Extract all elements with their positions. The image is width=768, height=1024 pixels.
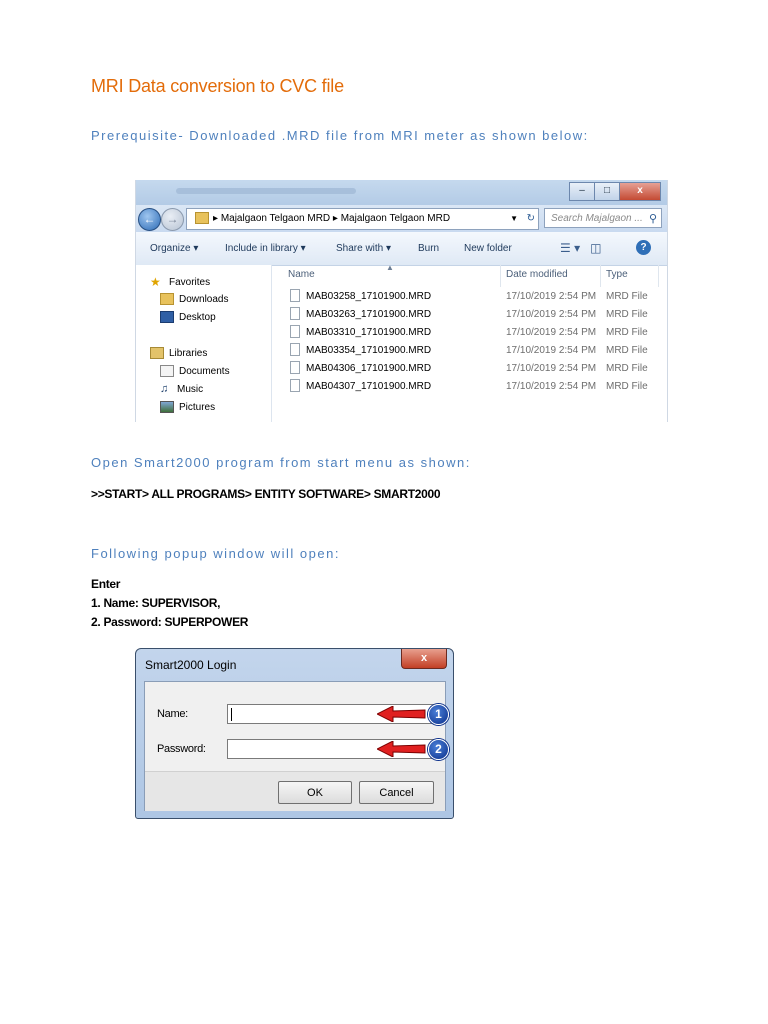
dialog-title: Smart2000 Login	[145, 658, 237, 672]
close-button[interactable]: x	[619, 182, 661, 201]
column-header-name[interactable]: Name	[288, 269, 315, 280]
file-icon	[290, 343, 300, 356]
ok-button[interactable]: OK	[278, 781, 352, 804]
nav-libraries[interactable]: Libraries	[150, 347, 207, 359]
start-menu-path: >>START> ALL PROGRAMS> ENTITY SOFTWARE> …	[91, 487, 441, 501]
dialog-body: Name: Password: 1 2 OK Cancel	[144, 681, 449, 811]
include-in-library-menu[interactable]: Include in library ▾	[225, 243, 306, 254]
nav-desktop[interactable]: Desktop	[160, 311, 216, 323]
documents-icon	[160, 365, 174, 377]
table-row[interactable]: MAB03263_17101900.MRD 17/10/2019 2:54 PM M…	[272, 305, 667, 323]
file-date: 17/10/2019 2:54 PM	[506, 291, 597, 302]
breadcrumb-item[interactable]: Majalgaon Telgaon MRD	[341, 213, 450, 224]
dialog-footer: OK Cancel	[145, 771, 445, 811]
file-date: 17/10/2019 2:54 PM	[506, 381, 597, 392]
file-name: MAB03310_17101900.MRD	[306, 327, 432, 338]
file-icon	[290, 307, 300, 320]
callout-badge-2: 2	[428, 739, 449, 760]
file-type: MRD File	[606, 309, 648, 320]
table-row[interactable]: MAB03258_17101900.MRD 17/10/2019 2:54 PM M…	[272, 287, 667, 305]
file-date: 17/10/2019 2:54 PM	[506, 345, 597, 356]
file-date: 17/10/2019 2:54 PM	[506, 363, 597, 374]
callout-badge-1: 1	[428, 704, 449, 725]
nav-favorites[interactable]: ★ Favorites	[150, 275, 210, 289]
address-bar: ← → ▸ Majalgaon Telgaon MRD ▸ Majalgaon …	[136, 205, 667, 232]
step-name: 1. Name: SUPERVISOR,	[91, 596, 221, 610]
sort-up-icon: ▲	[386, 263, 394, 272]
downloads-folder-icon	[160, 293, 174, 305]
nav-downloads[interactable]: Downloads	[160, 293, 228, 305]
folder-icon	[195, 212, 209, 225]
enter-label: Enter	[91, 577, 121, 591]
libraries-icon	[150, 347, 164, 359]
file-icon	[290, 379, 300, 392]
back-arrow-icon[interactable]: ←	[138, 208, 161, 231]
music-icon: ♫	[160, 383, 169, 395]
red-arrow-icon	[377, 741, 426, 757]
file-date: 17/10/2019 2:54 PM	[506, 309, 597, 320]
file-name: MAB04306_17101900.MRD	[306, 363, 432, 374]
file-type: MRD File	[606, 345, 648, 356]
forward-arrow-icon[interactable]: →	[161, 208, 184, 231]
open-program-heading: Open Smart2000 program from start menu a…	[91, 455, 471, 470]
pictures-icon	[160, 401, 174, 413]
breadcrumb-item[interactable]: Majalgaon Telgaon MRD	[221, 213, 330, 224]
star-icon: ★	[150, 275, 161, 289]
maximize-button[interactable]: □	[594, 182, 620, 201]
desktop-icon	[160, 311, 174, 323]
login-dialog-screenshot: Smart2000 Login x Name: Password: 1 2 OK…	[135, 648, 454, 819]
file-type: MRD File	[606, 291, 648, 302]
prerequisite-heading: Prerequisite- Downloaded .MRD file from …	[91, 128, 589, 143]
file-icon	[290, 325, 300, 338]
password-label: Password:	[157, 743, 206, 755]
chevron-down-icon[interactable]: ▼	[510, 209, 518, 229]
search-icon[interactable]: ⚲	[649, 209, 657, 229]
file-type: MRD File	[606, 327, 648, 338]
file-type: MRD File	[606, 363, 648, 374]
nav-music[interactable]: ♫ Music	[160, 383, 203, 395]
popup-heading: Following popup window will open:	[91, 546, 340, 561]
explorer-titlebar: – □ x	[136, 180, 667, 205]
table-row[interactable]: MAB03354_17101900.MRD 17/10/2019 2:54 PM M…	[272, 341, 667, 359]
nav-documents[interactable]: Documents	[160, 365, 230, 377]
share-with-menu[interactable]: Share with ▾	[336, 243, 391, 254]
file-type: MRD File	[606, 381, 648, 392]
file-name: MAB03263_17101900.MRD	[306, 309, 432, 320]
navigation-pane: ★ Favorites Downloads Desktop Libraries …	[136, 265, 272, 422]
file-date: 17/10/2019 2:54 PM	[506, 327, 597, 338]
minimize-button[interactable]: –	[569, 182, 595, 201]
help-icon[interactable]: ?	[636, 240, 651, 255]
refresh-icon[interactable]: ↻	[527, 209, 535, 229]
nav-pictures[interactable]: Pictures	[160, 401, 215, 413]
file-icon	[290, 361, 300, 374]
organize-menu[interactable]: Organize ▾	[150, 243, 198, 254]
table-row[interactable]: MAB03310_17101900.MRD 17/10/2019 2:54 PM M…	[272, 323, 667, 341]
file-name: MAB03354_17101900.MRD	[306, 345, 432, 356]
table-row[interactable]: MAB04306_17101900.MRD 17/10/2019 2:54 PM M…	[272, 359, 667, 377]
view-options-icon[interactable]: ☰ ▾ ◫	[560, 241, 601, 255]
document-title: MRI Data conversion to CVC file	[91, 76, 344, 96]
table-row[interactable]: MAB04307_17101900.MRD 17/10/2019 2:54 PM M…	[272, 377, 667, 395]
explorer-window-screenshot: – □ x ← → ▸ Majalgaon Telgaon MRD ▸ Maja…	[135, 180, 668, 422]
search-input[interactable]: Search Majalgaon ... ⚲	[544, 208, 662, 228]
file-name: MAB04307_17101900.MRD	[306, 381, 432, 392]
close-button[interactable]: x	[401, 649, 447, 669]
file-name: MAB03258_17101900.MRD	[306, 291, 432, 302]
step-password: 2. Password: SUPERPOWER	[91, 615, 249, 629]
name-label: Name:	[157, 708, 188, 720]
column-header-type[interactable]: Type	[606, 269, 628, 280]
cancel-button[interactable]: Cancel	[359, 781, 434, 804]
file-list: Name ▲ Date modified Type MAB03258_17101…	[272, 263, 667, 422]
column-header-date[interactable]: Date modified	[506, 269, 568, 280]
burn-button[interactable]: Burn	[418, 243, 439, 254]
breadcrumb[interactable]: ▸ Majalgaon Telgaon MRD ▸ Majalgaon Telg…	[186, 208, 539, 230]
new-folder-button[interactable]: New folder	[464, 243, 512, 254]
command-toolbar: Organize ▾ Include in library ▾ Share wi…	[136, 232, 667, 266]
file-icon	[290, 289, 300, 302]
red-arrow-icon	[377, 706, 426, 722]
window-controls: – □ x	[569, 182, 661, 201]
